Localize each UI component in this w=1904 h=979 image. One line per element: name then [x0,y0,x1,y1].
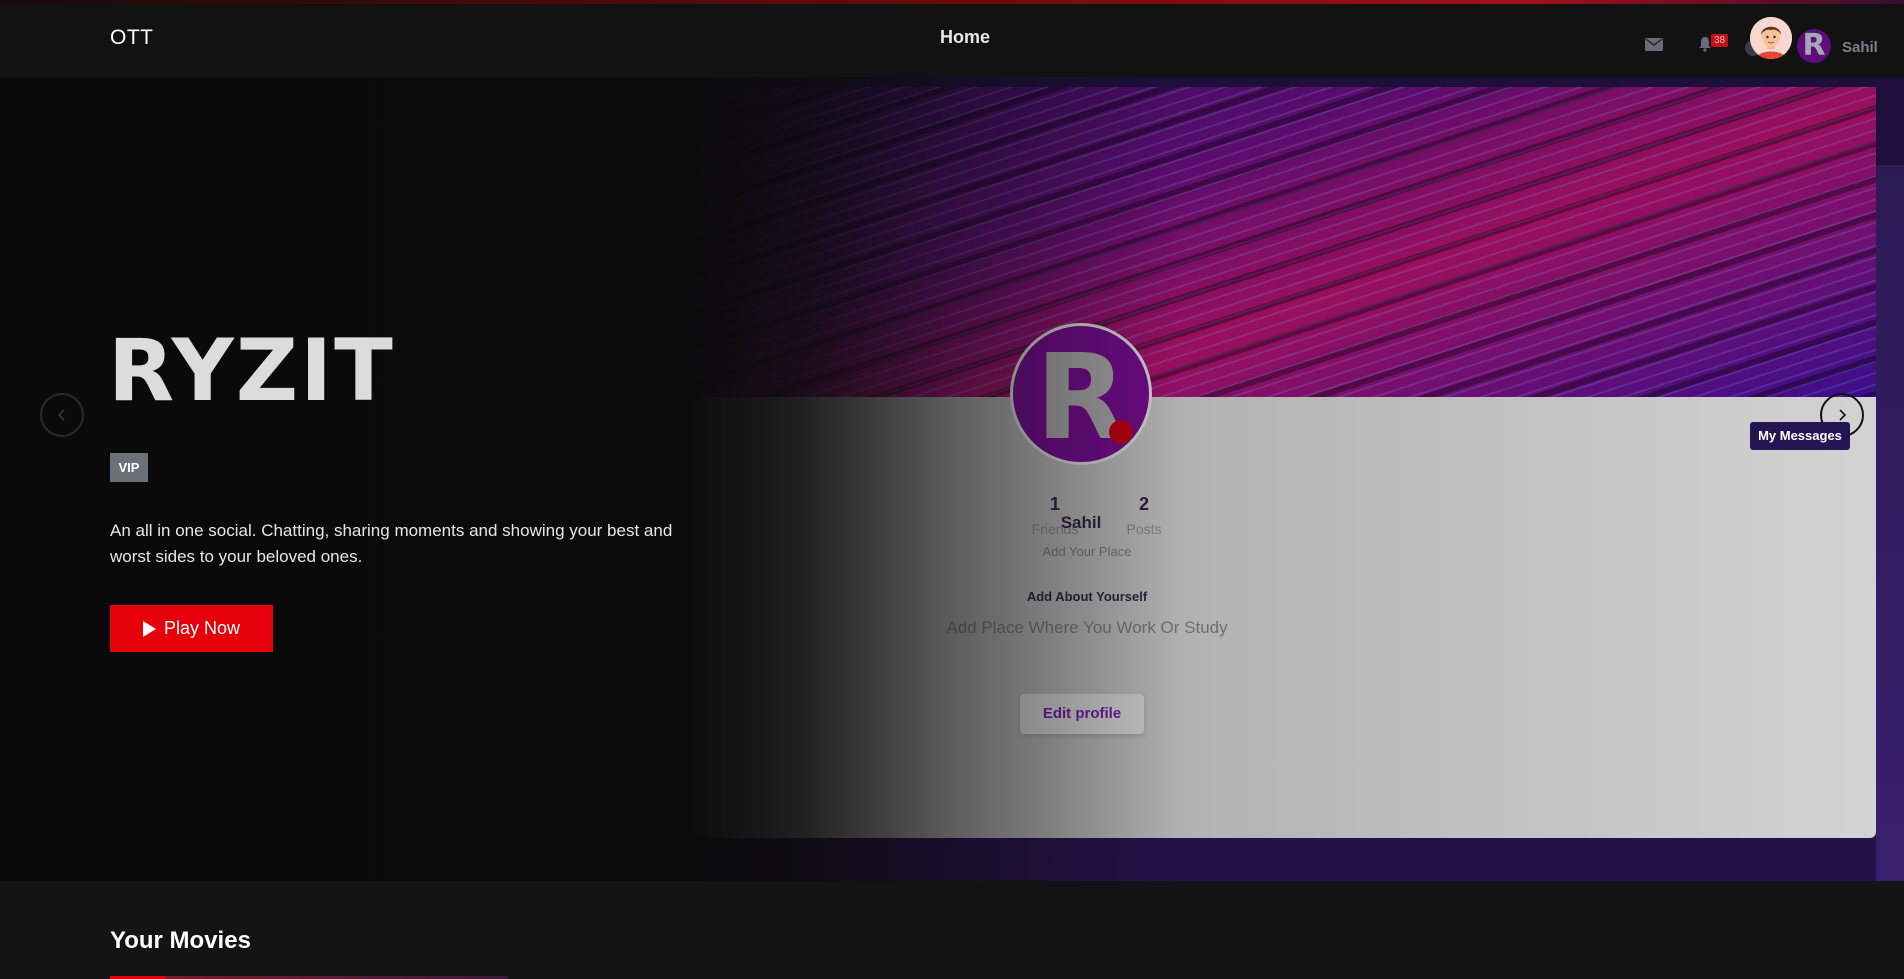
profile-cover-image [680,87,1876,397]
online-status-dot [1109,420,1133,444]
hero-title: RYZIT [108,321,395,421]
friends-count: 1 [1049,494,1060,514]
mail-icon[interactable] [1645,38,1663,51]
profile-avatar-initial: R [1035,328,1127,466]
posts-count: 2 [1138,494,1149,514]
section-title: Your Movies [110,927,251,954]
posts-label: Posts [1126,521,1162,537]
edit-profile-button[interactable]: Edit profile [1020,694,1144,734]
notification-badge: 38 [1711,34,1729,47]
profile-card: 1 Friends 2 Posts [680,397,1876,838]
top-navigation-bar: OTT Home 38 R Sahil [0,0,1904,77]
vip-badge: VIP [110,453,148,482]
posts-stat[interactable]: 2 Posts [1114,494,1174,537]
my-messages-tooltip: My Messages [1750,422,1850,450]
username-label[interactable]: Sahil [1842,39,1878,56]
top-accent-line [0,0,1904,4]
add-work-link[interactable]: Add Place Where You Work Or Study [920,618,1254,638]
chevron-right-icon [1839,409,1847,421]
play-now-button[interactable]: Play Now [110,605,273,652]
chevron-left-icon [57,409,65,421]
hero-description: An all in one social. Chatting, sharing … [110,521,673,566]
user-cartoon-avatar[interactable] [1750,17,1792,59]
add-about-link[interactable]: Add About Yourself [1000,589,1174,604]
right-edge-strip [1876,165,1904,881]
user-initial-avatar[interactable]: R [1797,29,1831,63]
profile-name: Sahil [1060,513,1102,532]
carousel-prev-button[interactable] [40,393,84,437]
hero-banner: 1 Friends 2 Posts R Sahil Add Your Place… [0,77,1904,881]
play-now-label: Play Now [163,618,241,638]
profile-avatar[interactable]: R [1010,323,1152,466]
your-movies-section [0,881,1904,979]
app-logo[interactable]: OTT [110,26,154,50]
nav-home-link[interactable]: Home [940,27,990,48]
play-icon [142,620,156,637]
add-place-link[interactable]: Add Your Place [1010,544,1164,559]
